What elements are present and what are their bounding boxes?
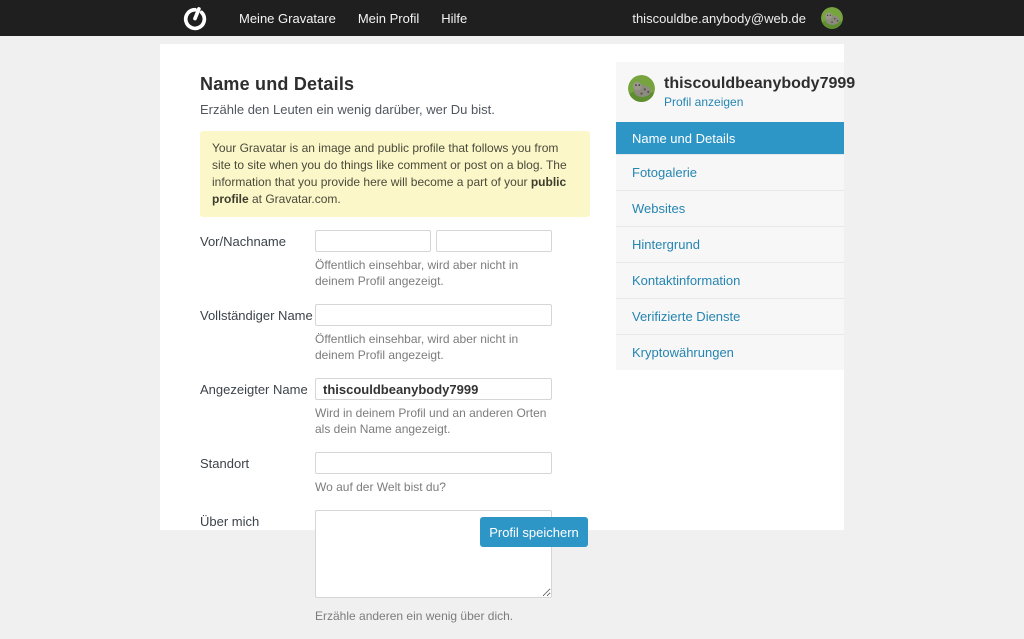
about-label: Über mich bbox=[200, 514, 260, 529]
name-details-form: Vor/Nachname Öffentlich einsehbar, wird … bbox=[200, 230, 630, 624]
first-last-name-label: Vor/Nachname bbox=[200, 234, 286, 249]
page-subtitle: Erzähle den Leuten ein wenig darüber, we… bbox=[200, 102, 495, 117]
sidebar-item-websites[interactable]: Websites bbox=[616, 190, 844, 226]
view-profile-link[interactable]: Profil anzeigen bbox=[664, 95, 743, 109]
form-row-full-name: Vollständiger Name Öffentlich einsehbar,… bbox=[200, 304, 630, 363]
nav-item-hilfe[interactable]: Hilfe bbox=[430, 1, 478, 36]
account-email: thiscouldbe.anybody@web.de bbox=[632, 10, 806, 26]
full-name-helper: Öffentlich einsehbar, wird aber nicht in… bbox=[315, 332, 519, 362]
display-name-input[interactable] bbox=[315, 378, 552, 400]
notice-text-after: at Gravatar.com. bbox=[248, 192, 341, 206]
display-name-helper: Wird in deinem Profil und an anderen Ort… bbox=[315, 406, 547, 436]
about-helper: Erzähle anderen ein wenig über dich. bbox=[315, 609, 514, 623]
form-row-display-name: Angezeigter Name Wird in deinem Profil u… bbox=[200, 378, 630, 437]
location-helper: Wo auf der Welt bist du? bbox=[315, 480, 446, 494]
sidebar-item-fotogalerie[interactable]: Fotogalerie bbox=[616, 154, 844, 190]
sidebar-item-kontaktinformation[interactable]: Kontaktinformation bbox=[616, 262, 844, 298]
profile-avatar[interactable] bbox=[628, 75, 655, 102]
nav-item-mein-profil[interactable]: Mein Profil bbox=[347, 1, 430, 36]
gravatar-notice-box: Your Gravatar is an image and public pro… bbox=[200, 131, 590, 217]
display-name-label: Angezeigter Name bbox=[200, 382, 308, 397]
content-card: Name und Details Erzähle den Leuten ein … bbox=[160, 44, 855, 623]
sidebar-menu: Name und Details Fotogalerie Websites Hi… bbox=[616, 122, 844, 370]
form-row-name: Vor/Nachname Öffentlich einsehbar, wird … bbox=[200, 230, 630, 289]
form-row-location: Standort Wo auf der Welt bist du? bbox=[200, 452, 630, 495]
profile-form-section: Name und Details Erzähle den Leuten ein … bbox=[200, 74, 630, 639]
profile-sidebar: thiscouldbeanybody7999 Profil anzeigen N… bbox=[616, 62, 855, 370]
sidebar-item-name-und-details[interactable]: Name und Details bbox=[616, 122, 844, 154]
first-last-name-helper: Öffentlich einsehbar, wird aber nicht in… bbox=[315, 258, 519, 288]
page-title: Name und Details bbox=[200, 74, 355, 94]
nav-item-meine-gravatare[interactable]: Meine Gravatare bbox=[228, 1, 347, 36]
sidebar-username: thiscouldbeanybody7999 bbox=[664, 75, 856, 92]
gravatar-logo-icon[interactable] bbox=[182, 5, 208, 31]
first-name-input[interactable] bbox=[315, 230, 431, 252]
full-name-label: Vollständiger Name bbox=[200, 308, 313, 323]
location-input[interactable] bbox=[315, 452, 552, 474]
location-label: Standort bbox=[200, 456, 250, 471]
last-name-input[interactable] bbox=[436, 230, 552, 252]
sidebar-profile-card: thiscouldbeanybody7999 Profil anzeigen bbox=[616, 62, 855, 122]
notice-text-before: Your Gravatar is an image and public pro… bbox=[212, 141, 567, 189]
save-profile-button[interactable]: Profil speichern bbox=[480, 517, 588, 547]
sidebar-item-hintergrund[interactable]: Hintergrund bbox=[616, 226, 844, 262]
navbar-account: thiscouldbe.anybody@web.de bbox=[632, 0, 843, 36]
navbar-menu: Meine Gravatare Mein Profil Hilfe bbox=[228, 1, 478, 36]
user-avatar[interactable] bbox=[821, 7, 843, 29]
top-navbar: Meine Gravatare Mein Profil Hilfe thisco… bbox=[0, 0, 1024, 36]
sidebar-item-kryptowaehrungen[interactable]: Kryptowährungen bbox=[616, 334, 844, 370]
sidebar-item-verifizierte-dienste[interactable]: Verifizierte Dienste bbox=[616, 298, 844, 334]
full-name-input[interactable] bbox=[315, 304, 552, 326]
